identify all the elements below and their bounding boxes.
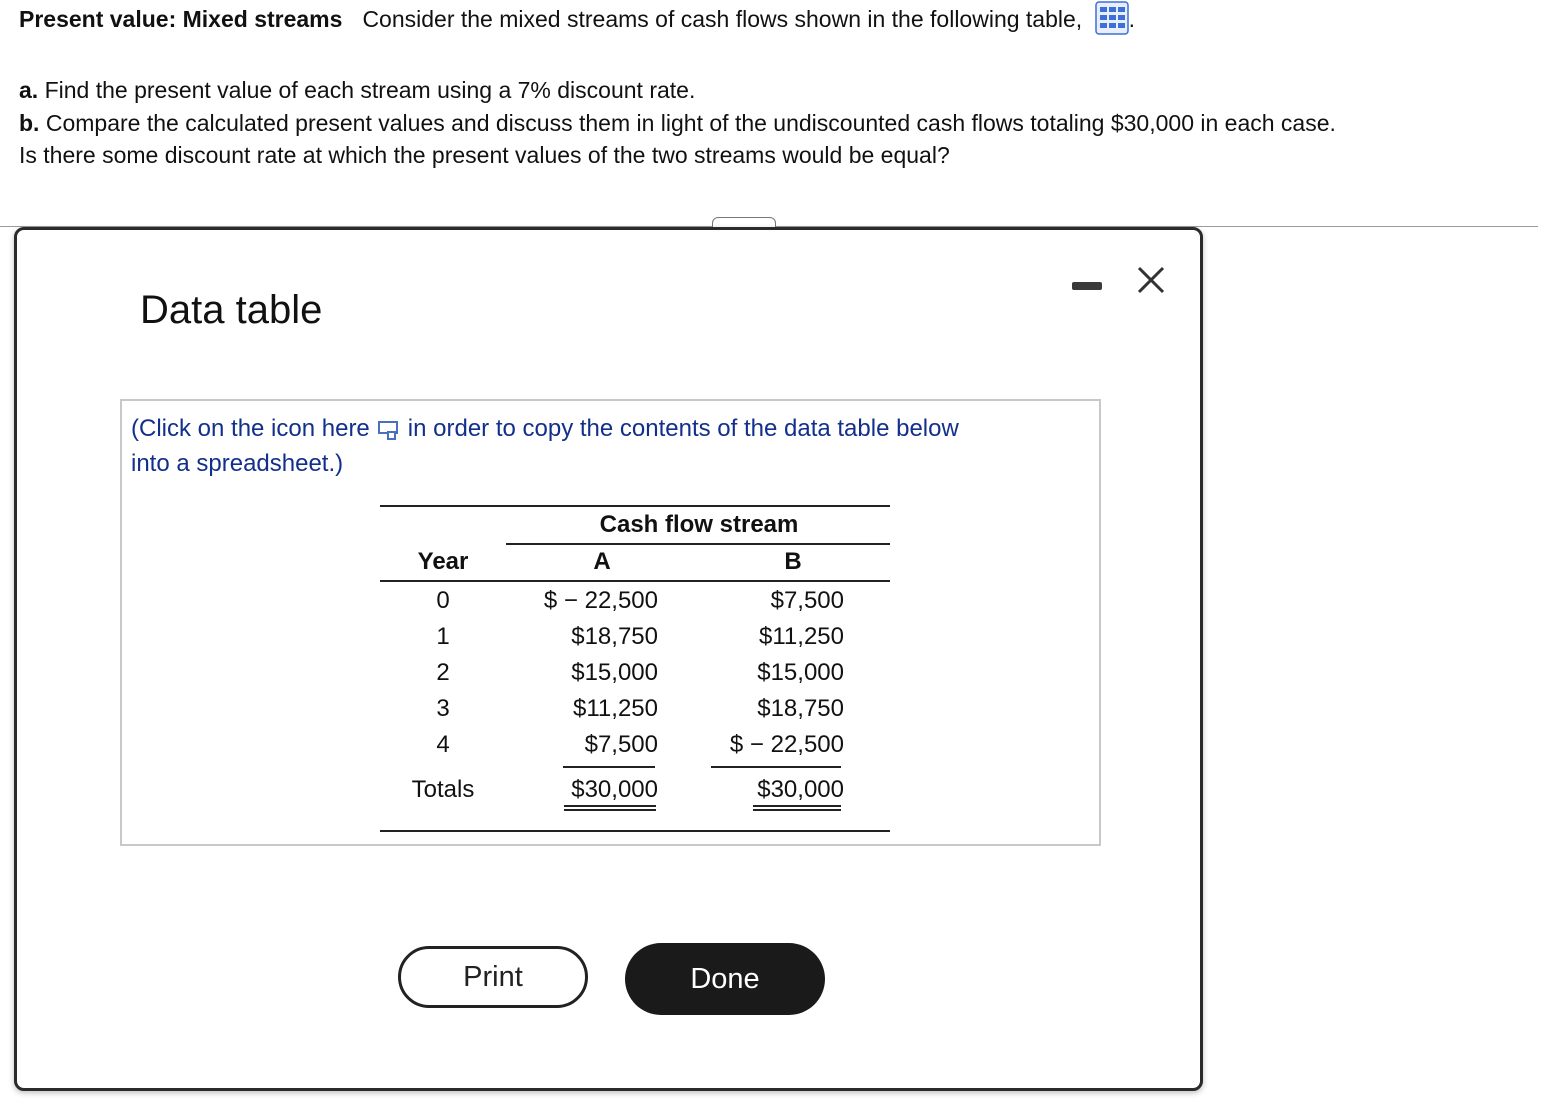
stream-a-cell: $11,250 xyxy=(573,695,658,722)
stream-a-cell: $ − 22,500 xyxy=(543,587,658,614)
group-header: Cash flow stream xyxy=(599,511,799,538)
year-header: Year xyxy=(417,548,469,575)
stream-b-cell: $ − 22,500 xyxy=(729,731,844,758)
part-b: b. Compare the calculated present values… xyxy=(19,107,1336,140)
question-intro: Consider the mixed streams of cash flows… xyxy=(362,6,1083,32)
stream-b-cell: $7,500 xyxy=(770,587,844,614)
header-rule xyxy=(380,580,890,582)
part-b-text-2: Is there some discount rate at which the… xyxy=(19,142,950,168)
part-a-text: Find the present value of each stream us… xyxy=(44,77,696,103)
part-b-text: Compare the calculated present values an… xyxy=(45,109,1336,136)
year-cell: 0 xyxy=(436,587,450,614)
total-b: $30,000 xyxy=(757,776,844,803)
data-table-icon[interactable] xyxy=(1094,1,1129,35)
year-cell: 4 xyxy=(436,731,450,758)
total-a-double-rule xyxy=(564,809,656,811)
col-b-header: B xyxy=(784,548,802,575)
print-button[interactable]: Print xyxy=(398,946,588,1008)
stream-a-cell: $7,500 xyxy=(584,731,658,758)
table-top-rule xyxy=(380,505,890,507)
dialog-title: Data table xyxy=(140,288,323,332)
stream-a-cell: $15,000 xyxy=(571,659,658,686)
question-header: Present value: Mixed streams Consider the… xyxy=(19,1,1135,35)
total-b-double-rule xyxy=(753,809,841,811)
minimize-button[interactable] xyxy=(1072,282,1102,290)
part-a: a. Find the present value of each stream… xyxy=(19,74,1336,107)
question-intro-end: . xyxy=(1128,6,1135,32)
group-rule xyxy=(506,543,890,545)
close-icon xyxy=(1137,266,1165,294)
stream-b-cell: $18,750 xyxy=(757,695,844,722)
total-a: $30,000 xyxy=(571,776,658,803)
col-a-header: A xyxy=(593,548,611,575)
table-bottom-rule xyxy=(380,830,890,832)
total-b-double-rule xyxy=(753,805,841,807)
year-cell: 1 xyxy=(436,623,450,650)
year-cell: 2 xyxy=(436,659,450,686)
subtotal-rule-a xyxy=(563,766,655,768)
subtotal-rule-b xyxy=(711,766,841,768)
cash-flow-table: Cash flow stream Year A B 0 $ − 22,500 $… xyxy=(122,401,1099,844)
year-cell: 3 xyxy=(436,695,450,722)
done-button[interactable]: Done xyxy=(625,943,825,1015)
data-table-panel: (Click on the icon here in order to copy … xyxy=(120,399,1101,846)
question-title: Present value: Mixed streams xyxy=(19,6,343,32)
part-a-label: a. xyxy=(19,77,39,103)
stream-a-cell: $18,750 xyxy=(571,623,658,650)
stream-b-cell: $15,000 xyxy=(757,659,844,686)
totals-label: Totals xyxy=(411,776,475,803)
data-table-dialog: Data table (Click on the icon here in ord… xyxy=(14,227,1203,1091)
part-b-label: b. xyxy=(19,109,40,136)
total-a-double-rule xyxy=(564,805,656,807)
stream-b-cell: $11,250 xyxy=(759,623,844,650)
question-parts: a. Find the present value of each stream… xyxy=(19,74,1336,172)
close-button[interactable] xyxy=(1131,260,1171,300)
